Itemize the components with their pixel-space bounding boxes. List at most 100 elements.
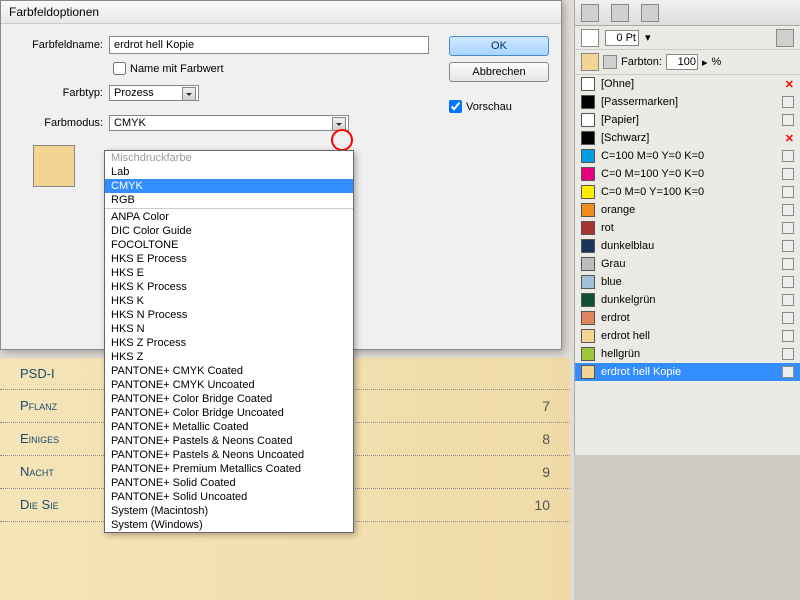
- name-with-value-checkbox[interactable]: [113, 62, 126, 75]
- dd-item[interactable]: HKS K Process: [105, 280, 353, 294]
- swatch-row[interactable]: C=100 M=0 Y=0 K=0: [575, 147, 800, 165]
- swatch-color: [581, 131, 595, 145]
- swatch-row[interactable]: dunkelblau: [575, 237, 800, 255]
- swatch-name: C=100 M=0 Y=0 K=0: [601, 150, 776, 162]
- swatch-name: erdrot: [601, 312, 776, 324]
- dd-item[interactable]: System (Windows): [105, 518, 353, 532]
- swatch-name: [Ohne]: [601, 78, 779, 90]
- swatch-row[interactable]: erdrot: [575, 309, 800, 327]
- dd-item[interactable]: HKS Z Process: [105, 336, 353, 350]
- dd-item[interactable]: HKS Z: [105, 350, 353, 364]
- swatch-name: hellgrün: [601, 348, 776, 360]
- stroke-input[interactable]: [605, 30, 639, 46]
- control-toolbar: [575, 0, 800, 26]
- wrap-icon[interactable]: [611, 4, 629, 22]
- swatch-name: [Papier]: [601, 114, 776, 126]
- swatch-row[interactable]: blue: [575, 273, 800, 291]
- swatch-name: blue: [601, 276, 776, 288]
- dialog-title: Farbfeldoptionen: [1, 1, 561, 24]
- swatches-panel: ▾ Farbton: ▸ % [Ohne] ✕ [Passermarken] […: [574, 0, 800, 455]
- dd-item[interactable]: HKS E: [105, 266, 353, 280]
- dd-item[interactable]: HKS N Process: [105, 308, 353, 322]
- cancel-button[interactable]: Abbrechen: [449, 62, 549, 82]
- swatch-type-icon: [782, 96, 794, 108]
- dd-item[interactable]: RGB: [105, 193, 353, 207]
- chevron-down-icon[interactable]: [182, 87, 196, 101]
- preview-label: Vorschau: [466, 101, 512, 113]
- dd-item[interactable]: PANTONE+ CMYK Uncoated: [105, 378, 353, 392]
- dd-item[interactable]: Lab: [105, 165, 353, 179]
- swatch-color: [581, 311, 595, 325]
- swatch-row[interactable]: rot: [575, 219, 800, 237]
- swatch-row[interactable]: orange: [575, 201, 800, 219]
- grid-icon[interactable]: [641, 4, 659, 22]
- swatch-name: rot: [601, 222, 776, 234]
- dd-item[interactable]: ANPA Color: [105, 210, 353, 224]
- ok-button[interactable]: OK: [449, 36, 549, 56]
- swatch-row[interactable]: erdrot hell Kopie: [575, 363, 800, 381]
- swatch-name: dunkelgrün: [601, 294, 776, 306]
- swatch-row[interactable]: dunkelgrün: [575, 291, 800, 309]
- dd-item[interactable]: PANTONE+ Color Bridge Coated: [105, 392, 353, 406]
- dd-item[interactable]: PANTONE+ CMYK Coated: [105, 364, 353, 378]
- dd-item[interactable]: PANTONE+ Metallic Coated: [105, 420, 353, 434]
- dd-item[interactable]: PANTONE+ Solid Uncoated: [105, 490, 353, 504]
- swatch-type-icon: [782, 114, 794, 126]
- swatch-row[interactable]: [Papier]: [575, 111, 800, 129]
- preview-checkbox[interactable]: [449, 100, 462, 113]
- swatch-color: [581, 347, 595, 361]
- swatch-color: [581, 365, 595, 379]
- swatch-row[interactable]: [Schwarz] ✕: [575, 129, 800, 147]
- dd-item[interactable]: HKS E Process: [105, 252, 353, 266]
- swatch-type-icon: [782, 222, 794, 234]
- dd-item[interactable]: DIC Color Guide: [105, 224, 353, 238]
- swatch-type-icon: [782, 168, 794, 180]
- swatch-row[interactable]: erdrot hell: [575, 327, 800, 345]
- swatch-row[interactable]: C=0 M=100 Y=0 K=0: [575, 165, 800, 183]
- name-label: Farbfeldname:: [13, 39, 103, 51]
- swatch-type-icon: [782, 276, 794, 288]
- swatch-row[interactable]: [Passermarken]: [575, 93, 800, 111]
- dd-item[interactable]: PANTONE+ Solid Coated: [105, 476, 353, 490]
- tint-arrow-icon[interactable]: ▸: [702, 56, 708, 69]
- swatch-color: [581, 167, 595, 181]
- dd-item[interactable]: FOCOLTONE: [105, 238, 353, 252]
- locked-icon: ✕: [785, 78, 794, 91]
- swatch-row[interactable]: [Ohne] ✕: [575, 75, 800, 93]
- dd-item[interactable]: HKS K: [105, 294, 353, 308]
- swatch-row[interactable]: Grau: [575, 255, 800, 273]
- dd-item[interactable]: PANTONE+ Pastels & Neons Coated: [105, 434, 353, 448]
- swatch-row[interactable]: C=0 M=0 Y=100 K=0: [575, 183, 800, 201]
- type-icon[interactable]: [603, 55, 617, 69]
- dd-item[interactable]: System (Macintosh): [105, 504, 353, 518]
- swatch-color: [581, 239, 595, 253]
- dd-item[interactable]: PANTONE+ Premium Metallics Coated: [105, 462, 353, 476]
- color-type-select[interactable]: Prozess: [109, 85, 199, 101]
- stroke-icon[interactable]: [581, 29, 599, 47]
- swatch-color: [581, 275, 595, 289]
- swatch-list[interactable]: [Ohne] ✕ [Passermarken] [Papier] [Schwar…: [575, 75, 800, 455]
- fx-icon[interactable]: [776, 29, 794, 47]
- swatch-type-icon: [782, 240, 794, 252]
- dd-item[interactable]: HKS N: [105, 322, 353, 336]
- dd-item[interactable]: PANTONE+ Pastels & Neons Uncoated: [105, 448, 353, 462]
- dd-item: Mischdruckfarbe: [105, 151, 353, 165]
- swatch-name: orange: [601, 204, 776, 216]
- color-mode-select[interactable]: CMYK: [109, 115, 349, 131]
- swatch-name: dunkelblau: [601, 240, 776, 252]
- tint-input[interactable]: [666, 54, 698, 70]
- dd-item[interactable]: PANTONE+ Color Bridge Uncoated: [105, 406, 353, 420]
- dd-item[interactable]: CMYK: [105, 179, 353, 193]
- chevron-down-icon[interactable]: ▾: [645, 31, 651, 44]
- chevron-down-icon[interactable]: [332, 117, 346, 131]
- align-icon[interactable]: [581, 4, 599, 22]
- swatch-type-icon: [782, 204, 794, 216]
- swatch-color: [581, 221, 595, 235]
- stroke-toolbar: ▾: [575, 26, 800, 50]
- swatch-name-input[interactable]: [109, 36, 429, 54]
- fill-proxy-icon[interactable]: [581, 53, 599, 71]
- swatch-color: [581, 113, 595, 127]
- swatch-type-icon: [782, 258, 794, 270]
- swatch-row[interactable]: hellgrün: [575, 345, 800, 363]
- color-mode-dropdown[interactable]: MischdruckfarbeLabCMYKRGB ANPA ColorDIC C…: [104, 150, 354, 533]
